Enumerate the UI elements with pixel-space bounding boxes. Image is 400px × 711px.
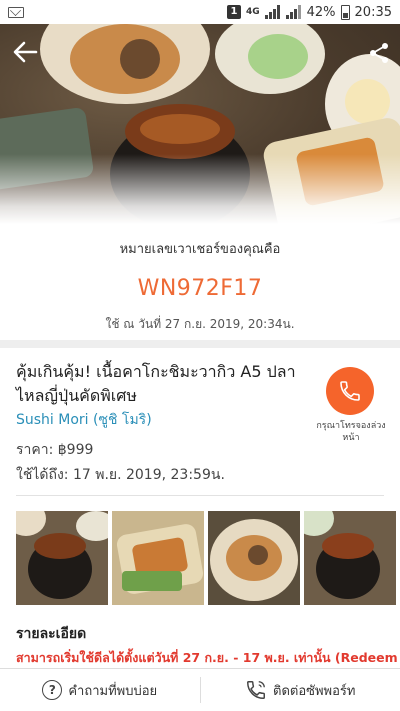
photo-thumbnail[interactable] bbox=[16, 511, 108, 605]
deal-title: คุ้มเกินคุ้ม! เนื้อคาโกะชิมะวากิว A5 ปลา… bbox=[16, 362, 296, 405]
photo-thumbnail[interactable] bbox=[304, 511, 396, 605]
share-icon[interactable] bbox=[368, 42, 390, 64]
signal-icon-secondary bbox=[285, 5, 302, 19]
details-highlight: สามารถเริ่มใช้ดีลได้ตั้งแต่วันที่ 27 ก.ย… bbox=[16, 650, 398, 665]
merchant-link[interactable]: Sushi Mori (ซูชิ โมริ) bbox=[16, 409, 152, 431]
support-label: ติดต่อซัพพอร์ท bbox=[273, 683, 356, 699]
clock: 20:35 bbox=[354, 4, 392, 20]
faq-button[interactable]: ? คำถามที่พบบ่อย bbox=[0, 669, 200, 711]
signal-icon bbox=[264, 5, 281, 19]
hero-image bbox=[0, 24, 400, 224]
photo-thumbnail[interactable] bbox=[208, 511, 300, 605]
arrow-left-icon[interactable] bbox=[12, 40, 38, 64]
phone-icon bbox=[247, 681, 265, 699]
question-icon: ? bbox=[42, 680, 63, 700]
photo-thumbnail[interactable] bbox=[112, 511, 204, 605]
voucher-label: หมายเลขเวาเชอร์ของคุณคือ bbox=[119, 242, 281, 257]
section-divider bbox=[0, 340, 400, 348]
call-button[interactable] bbox=[326, 367, 374, 415]
deal-valid-until: ใช้ได้ถึง: 17 พ.ย. 2019, 23:59น. bbox=[16, 467, 225, 483]
network-type: 4G bbox=[245, 6, 260, 17]
battery-icon bbox=[340, 4, 350, 20]
bottom-bar: ? คำถามที่พบบ่อย ติดต่อซัพพอร์ท bbox=[0, 668, 400, 711]
phone-icon bbox=[340, 381, 360, 401]
call-label: กรุณาโทรจองล่วงหน้า bbox=[316, 421, 386, 443]
battery-percent: 42% bbox=[306, 4, 336, 20]
mail-notification-icon bbox=[8, 6, 24, 18]
status-bar: 1 4G 42% 20:35 bbox=[0, 0, 400, 24]
voucher-code: WN972F17 bbox=[137, 276, 263, 301]
photo-gallery[interactable] bbox=[16, 511, 400, 605]
faq-label: คำถามที่พบบ่อย bbox=[68, 683, 158, 699]
divider bbox=[16, 495, 384, 496]
support-button[interactable]: ติดต่อซัพพอร์ท bbox=[201, 669, 400, 711]
notification-badge: 1 bbox=[226, 5, 241, 19]
voucher-used-date: ใช้ ณ วันที่ 27 ก.ย. 2019, 20:34น. bbox=[105, 317, 295, 331]
details-heading: รายละเอียด bbox=[16, 626, 87, 642]
deal-price: ราคา: ฿999 bbox=[16, 442, 94, 458]
